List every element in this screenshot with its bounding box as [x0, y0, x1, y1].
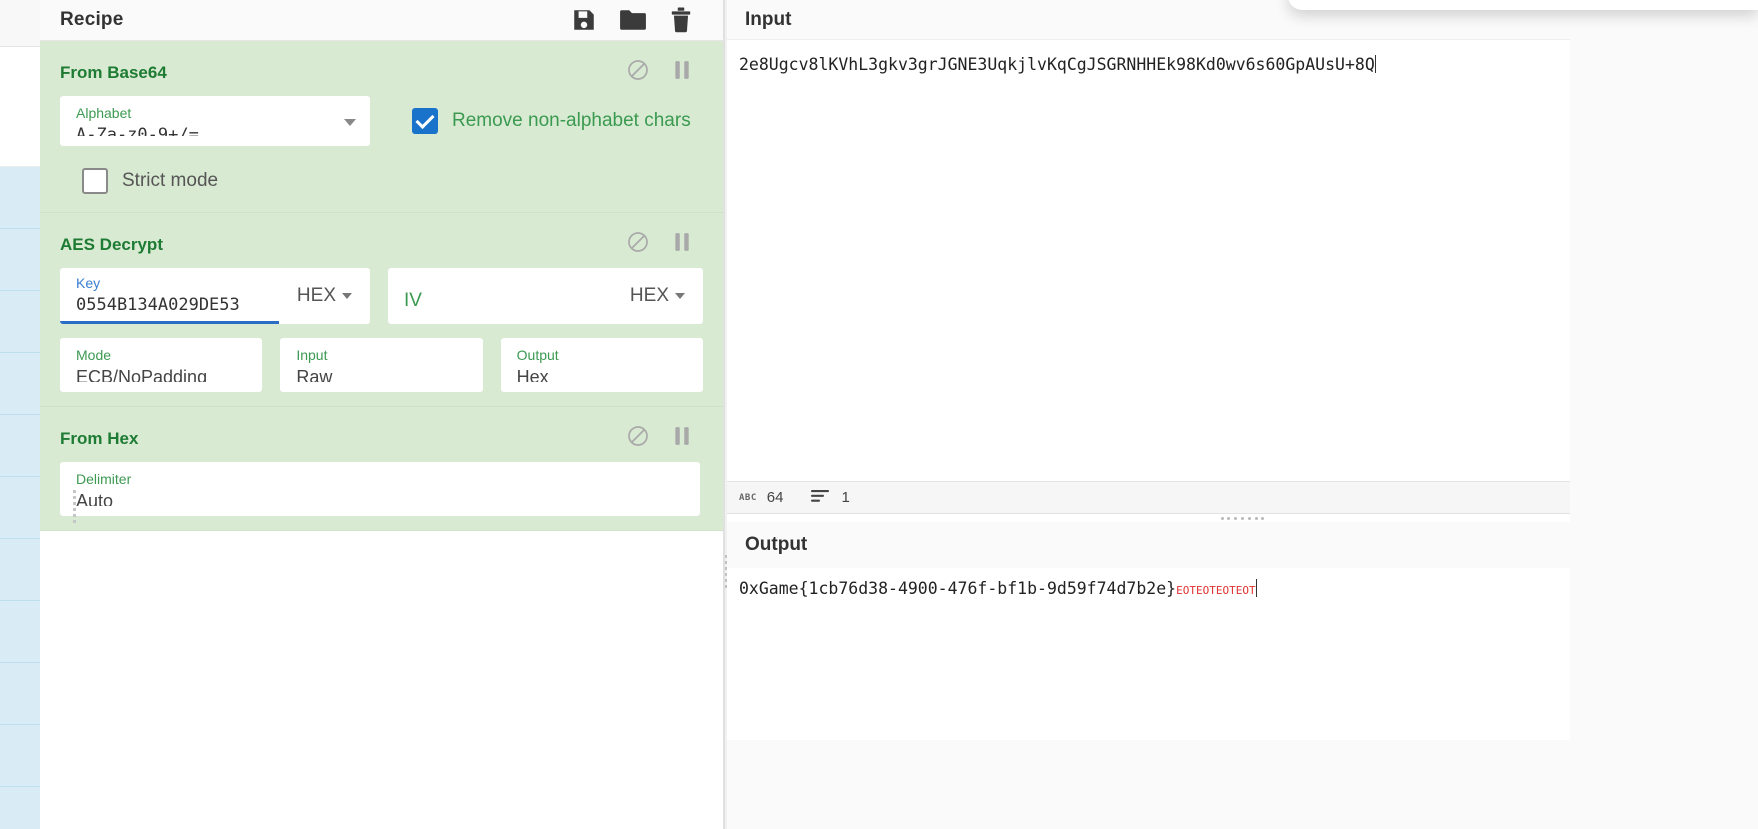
abc-icon: ABC	[739, 492, 757, 503]
cyberchef-app: Recipe From Base64 Alphabet A-Za-z0-9+/=…	[0, 0, 1758, 829]
mode-select[interactable]: Mode ECB/NoPadding	[60, 338, 263, 392]
io-splitter-handle[interactable]	[1220, 514, 1265, 522]
iv-field[interactable]: IV HEX	[388, 268, 703, 324]
delimiter-select[interactable]: Delimiter Auto	[60, 462, 700, 516]
operation-header: From Hex	[40, 407, 723, 462]
strict-mode-label: Strict mode	[122, 170, 219, 191]
operation-header: From Base64	[40, 41, 723, 96]
input-length-status: ABC 64	[739, 489, 783, 506]
operation-header: AES Decrypt	[40, 213, 723, 268]
strict-mode-checkbox[interactable]: Strict mode	[60, 146, 703, 198]
recipe-resize-handle[interactable]	[73, 490, 76, 523]
output-value: 0xGame{1cb76d38-4900-476f-bf1b-9d59f74d7…	[739, 579, 1177, 598]
disable-icon[interactable]	[627, 231, 649, 258]
alphabet-label: Alphabet	[76, 105, 132, 121]
chevron-down-icon[interactable]	[344, 119, 356, 126]
recipe-pane: Recipe From Base64 Alphabet A-Za-z0-9+/=…	[40, 0, 725, 829]
input-lines-value: 1	[841, 489, 850, 506]
save-icon[interactable]	[571, 7, 597, 33]
output-control-characters: EOTEOTEOTEOT	[1176, 584, 1256, 597]
remove-non-alphabet-chars-checkbox[interactable]: Remove non-alphabet chars	[412, 96, 691, 146]
disable-icon[interactable]	[627, 59, 649, 86]
iv-input[interactable]: IV	[388, 268, 622, 324]
delimiter-label: Delimiter	[76, 471, 132, 487]
checkbox-checked-icon[interactable]	[412, 108, 438, 134]
key-iv-row: Key 0554B134A029DE53 HEX IV HEX	[60, 268, 703, 324]
iv-label: IV	[404, 290, 422, 311]
input-value: 2e8Ugcv8lKVhL3gkv3grJGNE3UqkjlvKqCgJSGRN…	[739, 55, 1375, 74]
operation-title: AES Decrypt	[60, 234, 163, 254]
operation-arguments: Key 0554B134A029DE53 HEX IV HEX Mode ECB…	[40, 268, 723, 392]
operation-controls	[627, 231, 703, 258]
breakpoint-pause-icon[interactable]	[673, 232, 691, 257]
mode-value: ECB/NoPadding	[76, 367, 208, 382]
chevron-down-icon[interactable]	[342, 293, 352, 299]
output-format-select[interactable]: Output Hex	[500, 338, 703, 392]
operation-controls	[627, 59, 703, 86]
top-right-floating-panel	[1288, 0, 1758, 10]
input-lines-status: 1	[811, 489, 850, 507]
operation-arguments: Alphabet A-Za-z0-9+/= Remove non-alphabe…	[40, 96, 723, 198]
input-format-value: Raw	[296, 367, 333, 382]
mode-input-output-row: Mode ECB/NoPadding Input Raw Output Hex	[60, 338, 703, 392]
input-title: Input	[745, 8, 792, 30]
key-unit-label: HEX	[296, 285, 336, 306]
breakpoint-pause-icon[interactable]	[673, 426, 691, 451]
lines-icon	[811, 489, 831, 507]
iv-unit-dropdown[interactable]: HEX	[622, 268, 703, 324]
delimiter-value: Auto	[76, 491, 114, 506]
input-format-select[interactable]: Input Raw	[280, 338, 483, 392]
disable-icon[interactable]	[627, 425, 649, 452]
breakpoint-pause-icon[interactable]	[673, 60, 691, 85]
operation-title: From Base64	[60, 62, 167, 82]
folder-open-icon[interactable]	[619, 7, 647, 33]
checkbox-unchecked-icon[interactable]	[82, 168, 108, 194]
text-cursor	[1374, 55, 1376, 73]
alphabet-select[interactable]: Alphabet A-Za-z0-9+/=	[60, 96, 370, 146]
recipe-operation-list[interactable]: From Base64 Alphabet A-Za-z0-9+/= Remove…	[40, 41, 723, 829]
remove-non-alphabet-chars-label: Remove non-alphabet chars	[452, 110, 691, 131]
recipe-operation-aes-decrypt[interactable]: AES Decrypt Key 0554B134A029DE53 HEX IV …	[40, 213, 723, 407]
page-title: Recipe	[60, 9, 124, 30]
text-cursor	[1255, 579, 1257, 597]
right-background-filler	[1570, 0, 1758, 829]
recipe-title-bar: Recipe	[40, 0, 723, 41]
operation-title: From Hex	[60, 428, 139, 448]
key-input[interactable]: Key 0554B134A029DE53	[60, 268, 289, 324]
key-field[interactable]: Key 0554B134A029DE53 HEX	[60, 268, 370, 324]
recipe-operation-from-hex[interactable]: From Hex Delimiter Auto	[40, 407, 723, 531]
recipe-operation-from-base64[interactable]: From Base64 Alphabet A-Za-z0-9+/= Remove…	[40, 41, 723, 213]
key-label: Key	[76, 275, 101, 291]
output-format-label: Output	[516, 347, 559, 363]
chevron-down-icon[interactable]	[675, 293, 685, 299]
trash-icon[interactable]	[669, 7, 693, 33]
input-format-label: Input	[296, 347, 328, 363]
operation-controls	[627, 425, 703, 452]
iv-unit-label: HEX	[629, 285, 669, 306]
recipe-toolbar	[571, 7, 711, 33]
operation-arguments: Delimiter Auto	[40, 462, 723, 516]
key-unit-dropdown[interactable]: HEX	[289, 268, 370, 324]
mode-label: Mode	[76, 347, 112, 363]
alphabet-value: A-Za-z0-9+/=	[76, 125, 199, 136]
input-length-value: 64	[766, 489, 784, 506]
output-format-value: Hex	[516, 367, 549, 382]
output-title: Output	[745, 534, 808, 555]
alphabet-row: Alphabet A-Za-z0-9+/= Remove non-alphabe…	[60, 96, 703, 146]
key-value: 0554B134A029DE53	[76, 295, 240, 315]
key-focus-underline	[60, 321, 279, 324]
